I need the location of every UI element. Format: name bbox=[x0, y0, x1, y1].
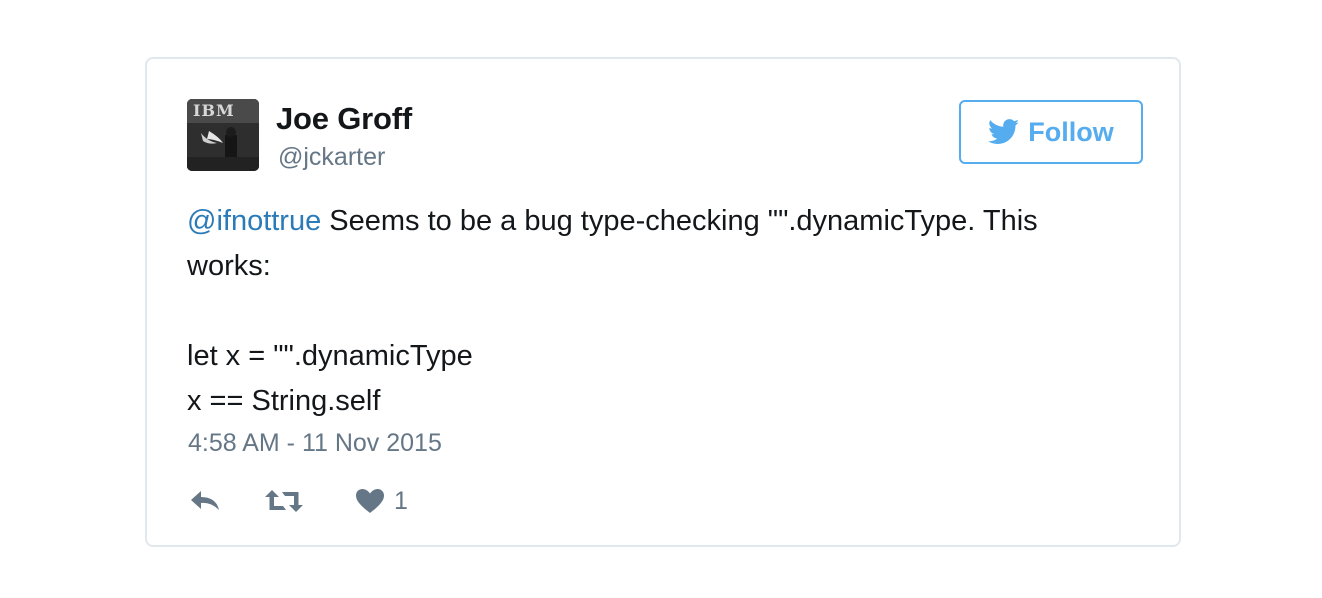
follow-label: Follow bbox=[1028, 116, 1114, 147]
like-button[interactable]: 1 bbox=[355, 484, 408, 518]
twitter-bird-icon bbox=[988, 119, 1020, 144]
svg-text:IBM: IBM bbox=[193, 101, 235, 120]
reply-button[interactable] bbox=[189, 484, 221, 518]
tweet-text: @ifnottrue Seems to be a bug type-checki… bbox=[187, 199, 1147, 424]
retweet-icon bbox=[265, 490, 303, 512]
heart-icon bbox=[356, 489, 384, 513]
retweet-button[interactable] bbox=[264, 484, 304, 518]
follow-button[interactable]: Follow bbox=[959, 100, 1143, 164]
user-handle[interactable]: @jckarter bbox=[278, 143, 385, 172]
display-name[interactable]: Joe Groff bbox=[276, 101, 412, 137]
tweet-text-line-2: works: bbox=[187, 250, 271, 282]
code-line-1: let x = "".dynamicType bbox=[187, 340, 473, 372]
mention-link[interactable]: @ifnottrue bbox=[187, 205, 321, 237]
avatar[interactable]: IBM bbox=[187, 99, 259, 171]
tweet-timestamp[interactable]: 4:58 AM - 11 Nov 2015 bbox=[188, 429, 442, 458]
like-count: 1 bbox=[394, 486, 408, 515]
code-line-2: x == String.self bbox=[187, 385, 381, 417]
tweet-card: IBM Joe Groff @jckarter Follow @ifnottru… bbox=[145, 57, 1181, 547]
reply-icon bbox=[191, 491, 219, 510]
tweet-text-line-1: Seems to be a bug type-checking "".dynam… bbox=[321, 205, 1038, 237]
avatar-image: IBM bbox=[187, 99, 259, 171]
